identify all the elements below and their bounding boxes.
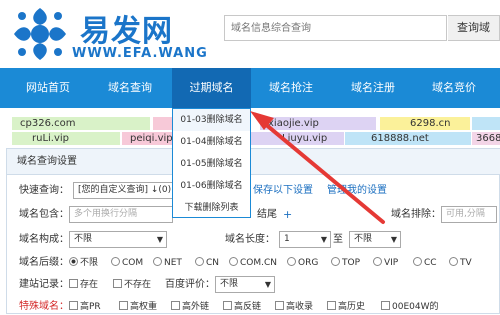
exclude-input[interactable]: 可用,分隔 (441, 206, 497, 223)
compose-value: 不限 (74, 234, 93, 244)
chevron-down-icon: ▼ (390, 235, 397, 244)
manage-settings-link[interactable]: 管理我的设置 (327, 183, 387, 199)
tld-radio[interactable]: NET (153, 255, 182, 271)
ticker-item[interactable]: Liuyu.vip (248, 132, 344, 145)
site-not-exists-checkbox[interactable]: 不存在 (113, 277, 151, 293)
tld-radio[interactable]: VIP (373, 255, 398, 271)
brand-name: 易发网 (80, 14, 173, 49)
brand-url: WWW.EFA.WANG (72, 46, 208, 61)
ticker-item[interactable]: peiqi.vip (122, 132, 174, 145)
ticker-item[interactable]: cp326.com (12, 117, 150, 130)
site-header: 易发网 WWW.EFA.WANG 查询域 (0, 0, 500, 68)
tld-radio[interactable]: TOP (331, 255, 360, 271)
add-contains-icon[interactable]: + (283, 207, 292, 223)
quick-query-label: 快速查询： (19, 185, 69, 196)
tld-radio[interactable]: ORG (287, 255, 318, 271)
tld-radio[interactable]: CC (413, 255, 437, 271)
special-checkbox[interactable]: 高PR (69, 299, 101, 315)
tld-label: 域名后缀： (19, 257, 69, 268)
dropdown-item-download[interactable]: 下载删除列表 (173, 197, 250, 219)
special-checkbox[interactable]: 高外链 (171, 299, 209, 315)
suffix-fragment: 结尾 (257, 209, 277, 220)
compose-label: 域名构成： (19, 234, 69, 245)
search-input[interactable] (224, 15, 447, 41)
exclude-label: 域名排除： (391, 209, 441, 220)
expired-domains-dropdown: 01-03删除域名 01-04删除域名 01-05删除域名 01-06删除域名 … (172, 108, 251, 218)
baidu-select[interactable]: 不限 ▼ (215, 276, 275, 293)
special-checkbox[interactable]: 00E04W的 (381, 299, 439, 315)
tld-radio[interactable]: 不限 (69, 255, 98, 271)
panel-title: 域名查询设置 (7, 149, 500, 175)
length-min-value: 1 (284, 234, 290, 244)
contains-label: 域名包含： (19, 209, 69, 220)
special-checkbox[interactable]: 高收录 (275, 299, 313, 315)
dropdown-item-0104[interactable]: 01-04删除域名 (173, 131, 250, 153)
length-label: 域名长度： (225, 234, 275, 245)
tld-radio[interactable]: COM.CN (229, 255, 277, 271)
dropdown-item-0105[interactable]: 01-05删除域名 (173, 153, 250, 175)
ticker-item[interactable]: 3668 (472, 132, 500, 145)
site-record-label: 建站记录： (19, 279, 69, 290)
chevron-down-icon: ▼ (264, 280, 271, 289)
special-label: 特殊域名： (19, 301, 69, 312)
nav-domain-auction[interactable]: 域名竞价 (414, 68, 494, 108)
search-button[interactable]: 查询域 (448, 15, 500, 41)
length-to-label: 至 (333, 234, 343, 245)
dropdown-item-0106[interactable]: 01-06删除域名 (173, 175, 250, 197)
nav-domain-register[interactable]: 域名注册 (333, 68, 413, 108)
quick-query-select[interactable]: [您的自定义查询] ↓(0) (73, 182, 173, 199)
ticker-item[interactable]: 618888.net (345, 132, 471, 145)
main-nav: 网站首页 域名查询 过期域名 域名抢注 域名注册 域名竞价 (0, 68, 500, 108)
ticker-item[interactable] (472, 117, 500, 130)
query-settings-panel: 域名查询设置 快速查询： [您的自定义查询] ↓(0) 保存以下设置 管理我的设… (6, 148, 500, 314)
nav-domain-query[interactable]: 域名查询 (90, 68, 170, 108)
tld-radio[interactable]: COM (111, 255, 143, 271)
ticker-item[interactable]: 6298.cn (380, 117, 470, 130)
site-logo-icon[interactable] (10, 5, 70, 63)
quick-query-value: [您的自定义查询] ↓(0) (78, 185, 172, 195)
baidu-label: 百度评价： (165, 279, 215, 290)
special-checkbox[interactable]: 高历史 (327, 299, 365, 315)
special-checkbox[interactable]: 高反链 (223, 299, 261, 315)
ticker-item[interactable]: xiaojie.vip (260, 117, 376, 130)
site-exists-checkbox[interactable]: 存在 (69, 277, 98, 293)
nav-home[interactable]: 网站首页 (10, 68, 86, 108)
save-settings-link[interactable]: 保存以下设置 (253, 183, 313, 199)
length-min-select[interactable]: 1 ▼ (279, 231, 331, 248)
chevron-down-icon: ▼ (320, 235, 327, 244)
ticker-item[interactable]: ruLi.vip (12, 132, 120, 145)
chevron-down-icon: ▼ (156, 235, 163, 244)
dropdown-item-0103[interactable]: 01-03删除域名 (173, 109, 250, 131)
length-max-value: 不限 (354, 234, 373, 244)
length-max-select[interactable]: 不限 ▼ (349, 231, 401, 248)
tld-radio[interactable]: TV (449, 255, 472, 271)
compose-select[interactable]: 不限 ▼ (69, 231, 167, 248)
baidu-value: 不限 (220, 279, 239, 289)
nav-expired-domains[interactable]: 过期域名 (172, 68, 251, 108)
tld-radio[interactable]: CN (195, 255, 219, 271)
nav-domain-snap[interactable]: 域名抢注 (251, 68, 331, 108)
contains-input[interactable]: 多个用换行分隔 (69, 206, 173, 223)
special-checkbox[interactable]: 高权重 (119, 299, 157, 315)
